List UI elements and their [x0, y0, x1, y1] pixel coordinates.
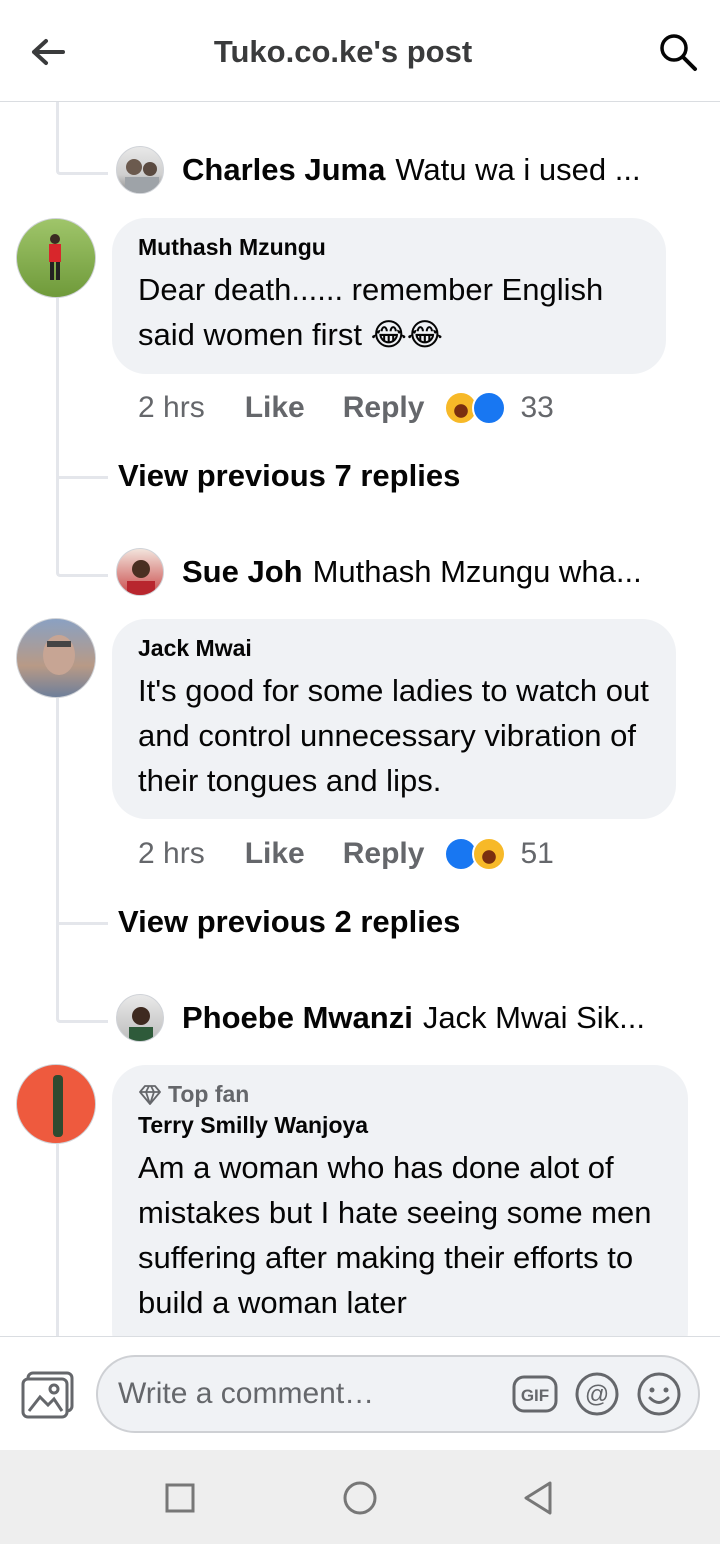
reply-text: Watu wa i used ...: [395, 152, 641, 187]
thread-connector: [56, 922, 108, 1023]
avatar[interactable]: [116, 146, 164, 194]
svg-text:GIF: GIF: [521, 1386, 549, 1405]
avatar[interactable]: [116, 994, 164, 1042]
emoji-icon[interactable]: [636, 1371, 682, 1417]
thread-line: [56, 1144, 59, 1336]
comment-author[interactable]: Terry Smilly Wanjoya: [138, 1112, 662, 1139]
system-navigation-bar: [0, 1450, 720, 1544]
reply-author[interactable]: Sue Joh: [182, 554, 303, 589]
comment-bubble[interactable]: Muthash Mzungu Dear death...... remember…: [112, 218, 666, 374]
avatar[interactable]: [16, 218, 96, 298]
reply-preview[interactable]: Sue Joh Muthash Mzungu wha...: [182, 554, 692, 590]
reaction-count[interactable]: 33: [520, 391, 553, 425]
avatar[interactable]: [16, 618, 96, 698]
reply-button[interactable]: Reply: [343, 391, 425, 425]
comment-author[interactable]: Jack Mwai: [138, 635, 650, 662]
top-bar: Tuko.co.ke's post: [0, 0, 720, 102]
comment-time[interactable]: 2 hrs: [138, 391, 205, 425]
view-previous-replies[interactable]: View previous 7 replies: [118, 458, 460, 494]
avatar[interactable]: [16, 1064, 96, 1144]
thread-connector: [56, 476, 108, 577]
thread-line: [56, 698, 59, 924]
reply-preview[interactable]: Phoebe Mwanzi Jack Mwai Sik...: [182, 1000, 692, 1036]
comment-text: It's good for some ladies to watch out a…: [138, 673, 649, 798]
back-triangle-icon[interactable]: [518, 1478, 558, 1518]
comment-input[interactable]: Write a comment… GIF @: [96, 1355, 700, 1433]
like-reaction-icon: [472, 391, 507, 425]
haha-reaction-icon: [472, 837, 507, 871]
reply-author[interactable]: Phoebe Mwanzi: [182, 1000, 413, 1035]
comment-text: Dear death...... remember English said w…: [138, 272, 604, 352]
thread-line: [56, 298, 59, 478]
view-previous-replies[interactable]: View previous 2 replies: [118, 904, 460, 940]
search-icon[interactable]: [656, 30, 700, 74]
comment-actions: 2 hrs Like Reply 51: [138, 834, 554, 874]
reply-button[interactable]: Reply: [343, 837, 425, 871]
comment-text: Am a woman who has done alot of mistakes…: [138, 1150, 652, 1320]
comment-actions: 2 hrs Like Reply 33: [138, 388, 554, 428]
reply-text: Muthash Mzungu wha...: [312, 554, 642, 589]
comment-placeholder[interactable]: Write a comment…: [118, 1377, 512, 1411]
like-button[interactable]: Like: [245, 837, 305, 871]
recents-square-icon[interactable]: [160, 1478, 200, 1518]
top-fan-badge: Top fan: [138, 1081, 662, 1108]
comment-time[interactable]: 2 hrs: [138, 837, 205, 871]
reply-text: Jack Mwai Sik...: [422, 1000, 646, 1035]
mention-icon[interactable]: @: [574, 1371, 620, 1417]
home-circle-icon[interactable]: [340, 1478, 380, 1518]
avatar[interactable]: [116, 548, 164, 596]
reaction-count[interactable]: 51: [520, 837, 553, 871]
comment-bubble[interactable]: Top fan Terry Smilly Wanjoya Am a woman …: [112, 1065, 688, 1365]
reply-author[interactable]: Charles Juma: [182, 152, 385, 187]
comment-author[interactable]: Muthash Mzungu: [138, 234, 640, 261]
comment-composer: Write a comment… GIF @: [0, 1336, 720, 1450]
page-title: Tuko.co.ke's post: [213, 34, 473, 69]
photo-icon[interactable]: [20, 1369, 76, 1421]
comment-bubble[interactable]: Jack Mwai It's good for some ladies to w…: [112, 619, 676, 819]
thread-connector: [56, 102, 108, 175]
reply-preview[interactable]: Charles Juma Watu wa i used ...: [182, 152, 692, 188]
gif-icon[interactable]: GIF: [512, 1371, 558, 1417]
like-button[interactable]: Like: [245, 391, 305, 425]
reactions[interactable]: [444, 391, 507, 425]
reactions[interactable]: [444, 837, 507, 871]
top-fan-label: Top fan: [168, 1081, 250, 1107]
svg-text:@: @: [585, 1381, 609, 1408]
diamond-icon: [139, 1084, 161, 1105]
